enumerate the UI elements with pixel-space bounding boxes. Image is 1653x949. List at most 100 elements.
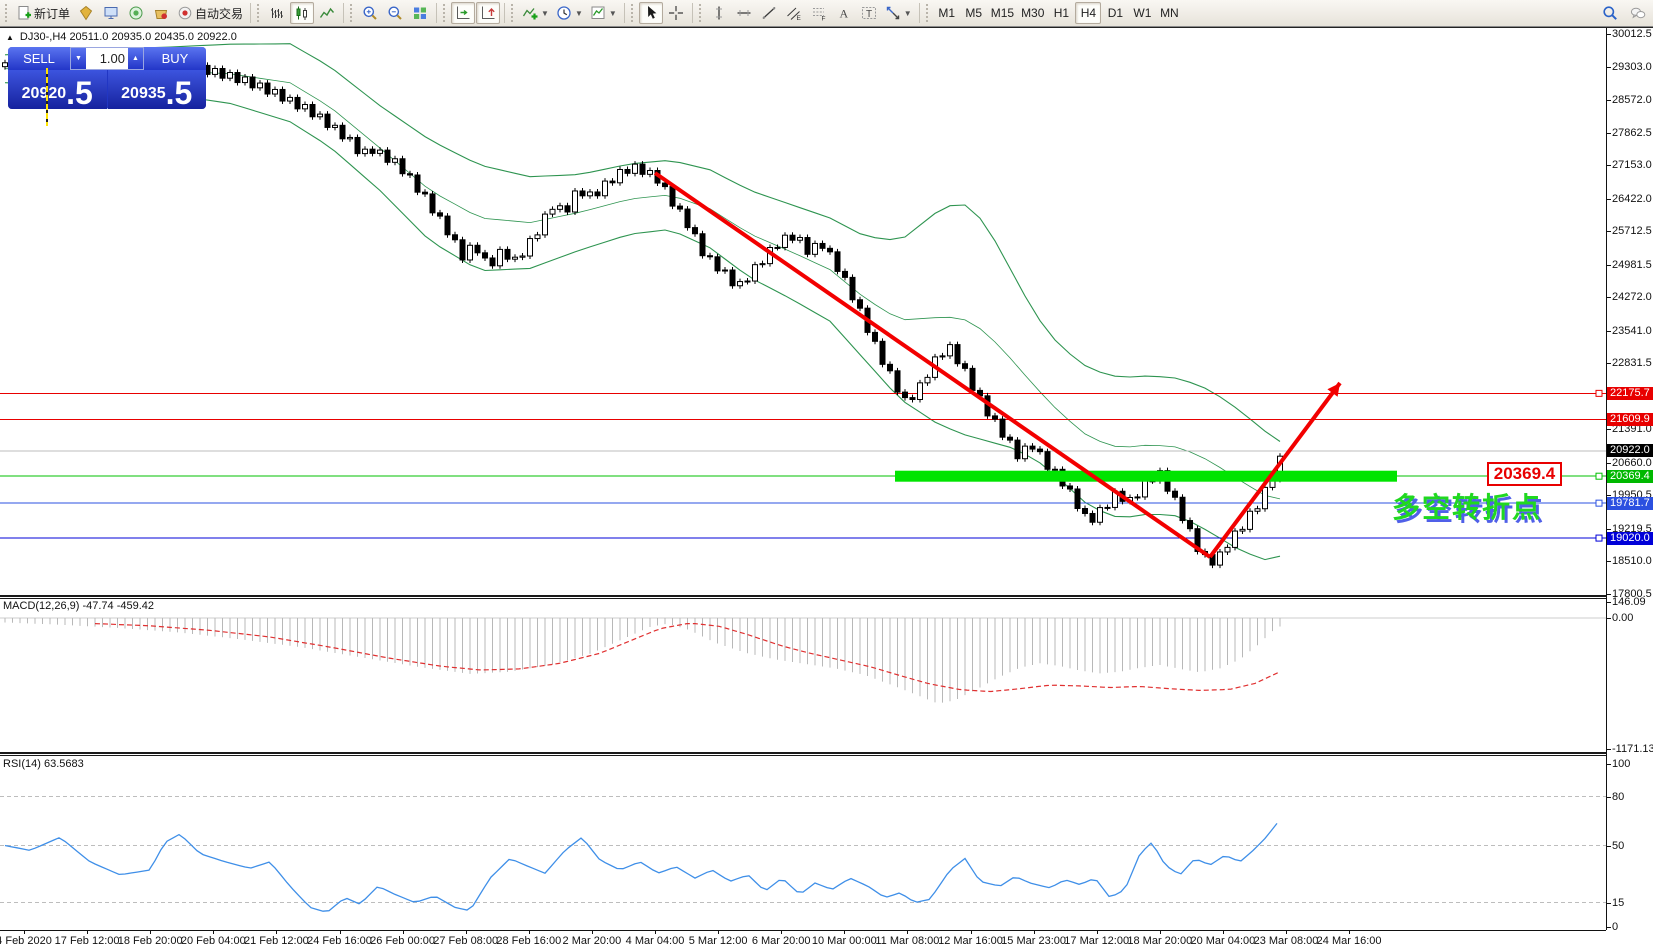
tf-h4-button[interactable]: H4 xyxy=(1075,2,1101,24)
candle-body xyxy=(235,73,240,83)
tf-d1-button[interactable]: D1 xyxy=(1102,2,1128,24)
tf-h1-button[interactable]: H1 xyxy=(1048,2,1074,24)
channel-button[interactable]: E xyxy=(782,2,806,24)
buy-button[interactable]: BUY xyxy=(144,47,206,70)
tf-mn-button[interactable]: MN xyxy=(1156,2,1182,24)
auto-scroll-button[interactable] xyxy=(451,2,475,24)
chevron-down-icon[interactable]: ▼ xyxy=(609,9,617,18)
vertical-line-object[interactable] xyxy=(46,68,48,126)
toolbar-grip[interactable] xyxy=(5,4,10,22)
rsi-label: RSI(14) 63.5683 xyxy=(3,758,84,770)
collapse-icon[interactable]: ▲ xyxy=(6,33,14,42)
indicators-button[interactable]: ▼ xyxy=(519,2,552,24)
market-watch-button[interactable] xyxy=(99,2,123,24)
candle-body xyxy=(558,206,563,210)
vertical-line-button[interactable] xyxy=(707,2,731,24)
tick-mark xyxy=(150,931,151,934)
tile-windows-button[interactable] xyxy=(408,2,432,24)
search-button[interactable] xyxy=(1598,2,1622,24)
tf-m30-button[interactable]: M30 xyxy=(1018,2,1047,24)
tf-m5-button[interactable]: M5 xyxy=(961,2,987,24)
navigator-button[interactable] xyxy=(124,2,148,24)
candle-body xyxy=(288,97,293,101)
line-anchor-handle[interactable] xyxy=(1596,500,1602,506)
price-axis[interactable]: 30012.529303.028572.027862.527153.026422… xyxy=(1606,28,1653,930)
tick-mark xyxy=(781,931,782,934)
volume-input[interactable] xyxy=(86,48,128,69)
chevron-down-icon[interactable]: ▼ xyxy=(575,9,583,18)
candle-body xyxy=(843,271,848,277)
candle-body xyxy=(460,240,465,260)
volume-increase-button[interactable]: ▲ xyxy=(128,48,143,69)
price-tick: 30012.5 xyxy=(1612,28,1652,40)
support-zone-bar[interactable] xyxy=(895,471,1397,482)
candle-body xyxy=(1105,507,1110,508)
toolbar-grip[interactable] xyxy=(699,4,704,22)
tf-m1-button-label: M1 xyxy=(938,6,955,20)
new-order-button[interactable]: 新订单 xyxy=(13,2,73,24)
line-anchor-handle[interactable] xyxy=(1596,535,1602,541)
toolbar-grip[interactable] xyxy=(257,4,262,22)
buy-price-tile[interactable]: 20935 .5 xyxy=(108,70,207,109)
rsi-panel[interactable] xyxy=(0,756,1606,930)
volume-decrease-button[interactable]: ▼ xyxy=(71,48,86,69)
toolbar-grip[interactable] xyxy=(631,4,636,22)
sell-price-tile[interactable]: 20920 .5 xyxy=(8,70,107,109)
toolbar-grip[interactable] xyxy=(511,4,516,22)
periods-button[interactable]: ▼ xyxy=(553,2,586,24)
toolbar-grip[interactable] xyxy=(350,4,355,22)
time-tick-label: 20 Mar 04:00 xyxy=(1190,935,1255,947)
bar-chart-button[interactable] xyxy=(265,2,289,24)
shapes-button[interactable]: ▼ xyxy=(882,2,915,24)
toolbar-grip[interactable] xyxy=(443,4,448,22)
autotrading-button[interactable]: 自动交易 xyxy=(174,2,246,24)
line-chart-button[interactable] xyxy=(315,2,339,24)
chart-shift-button[interactable] xyxy=(476,2,500,24)
sell-button[interactable]: SELL xyxy=(8,47,70,70)
candle-body xyxy=(1030,446,1035,449)
tf-m15-button[interactable]: M15 xyxy=(988,2,1017,24)
vline-icon xyxy=(711,5,727,21)
bollinger-band xyxy=(5,83,1280,560)
zoom-in-button[interactable] xyxy=(358,2,382,24)
profile-button[interactable] xyxy=(74,2,98,24)
candle-body xyxy=(378,150,383,153)
horizontal-line-button[interactable] xyxy=(732,2,756,24)
chevron-down-icon[interactable]: ▼ xyxy=(904,9,912,18)
price-annotation-box[interactable]: 20369.4 xyxy=(1487,462,1562,486)
uptrend-arrow-line[interactable] xyxy=(1210,383,1340,557)
tf-m1-button[interactable]: M1 xyxy=(934,2,960,24)
templates-button[interactable]: ▼ xyxy=(587,2,620,24)
candle-body xyxy=(663,183,668,187)
terminal-button[interactable] xyxy=(149,2,173,24)
tick-mark xyxy=(1607,34,1611,35)
turning-point-annotation[interactable]: 多空转折点 xyxy=(1392,486,1542,526)
tf-w1-button[interactable]: W1 xyxy=(1129,2,1155,24)
panel-splitter-macd[interactable] xyxy=(0,595,1606,599)
downtrend-line[interactable] xyxy=(655,173,1210,557)
line-anchor-handle[interactable] xyxy=(1596,390,1602,396)
panel-splitter-rsi[interactable] xyxy=(0,752,1606,756)
fibonacci-button[interactable]: F xyxy=(807,2,831,24)
text-button[interactable]: A xyxy=(832,2,856,24)
cursor-button[interactable] xyxy=(639,2,663,24)
tick-mark xyxy=(24,931,25,934)
chat-button[interactable] xyxy=(1626,2,1650,24)
toolbar-grip[interactable] xyxy=(926,4,931,22)
time-tick-label: 4 Feb 2020 xyxy=(0,935,52,947)
label-button[interactable]: T xyxy=(857,2,881,24)
chart-workspace[interactable]: ▲ DJ30-,H4 20511.0 20935.0 20435.0 20922… xyxy=(0,27,1653,949)
trendline-button[interactable] xyxy=(757,2,781,24)
main-chart[interactable] xyxy=(0,28,1606,595)
tick-mark xyxy=(592,931,593,934)
candle-chart-button[interactable] xyxy=(290,2,314,24)
candle-body xyxy=(453,235,458,240)
time-tick-label: 17 Feb 12:00 xyxy=(55,935,120,947)
time-axis[interactable]: 4 Feb 202017 Feb 12:0018 Feb 20:0020 Feb… xyxy=(0,930,1606,949)
candle-body xyxy=(1255,509,1260,512)
macd-panel[interactable] xyxy=(0,599,1606,752)
chevron-down-icon[interactable]: ▼ xyxy=(541,9,549,18)
zoom-out-button[interactable] xyxy=(383,2,407,24)
line-anchor-handle[interactable] xyxy=(1596,473,1602,479)
crosshair-button[interactable] xyxy=(664,2,688,24)
